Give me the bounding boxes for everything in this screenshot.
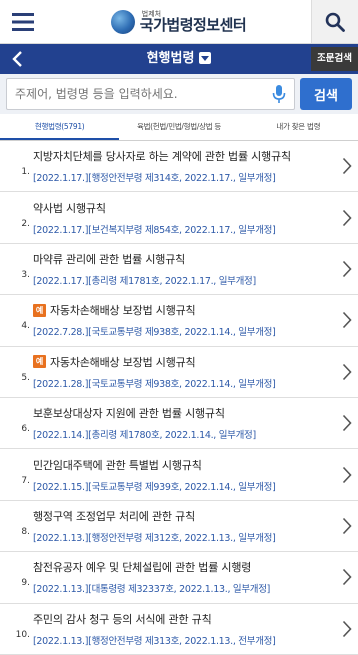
search-icon (325, 12, 345, 32)
logo-title: 국가법령정보센터 (139, 15, 247, 34)
page-title-label: 현행법령 (146, 51, 195, 66)
dropdown-icon[interactable] (199, 51, 212, 64)
item-number: 4. (21, 321, 30, 332)
list-item[interactable]: 10. 주민의 감사 청구 등의 서식에 관한 규칙 [2022.1.13.][… (0, 604, 358, 655)
list-item[interactable]: 2. 약사법 시행규칙 [2022.1.17.][보건복지부령 제854호, 2… (0, 192, 358, 244)
item-number: 2. (21, 218, 30, 229)
tab-six-codes[interactable]: 육법(헌법/민법/형법/상법 등 (119, 114, 238, 140)
back-button[interactable] (0, 44, 34, 74)
chevron-right-icon (342, 209, 352, 226)
voice-search-button[interactable] (268, 79, 290, 109)
item-title: 주민의 감사 청구 등의 서식에 관한 규칙 (33, 612, 212, 626)
chevron-right-icon (342, 158, 352, 175)
item-meta: [2022.1.15.][국토교통부령 제939호, 2022.1.14., 일… (33, 481, 276, 493)
item-meta: [2022.7.28.][국토교통부령 제938호, 2022.1.14., 일… (33, 327, 276, 339)
logo-emblem-icon (110, 9, 135, 34)
scheduled-badge: 예 (33, 355, 46, 369)
law-list: 1. 지방자치단체를 당사자로 하는 계약에 관한 법률 시행규칙 [2022.… (0, 141, 358, 655)
item-number: 5. (21, 372, 30, 383)
item-number: 9. (21, 578, 30, 589)
chevron-right-icon (342, 517, 352, 534)
search-row: 검색 (0, 74, 358, 114)
page-title[interactable]: 현행법령 (0, 44, 358, 74)
chevron-right-icon (342, 415, 352, 432)
hamburger-icon (12, 12, 34, 31)
item-meta: [2022.1.28.][국토교통부령 제938호, 2022.1.14., 일… (33, 378, 276, 390)
item-title: 보훈보상대상자 지원에 관한 법률 시행규칙 (33, 407, 225, 421)
microphone-icon (272, 85, 286, 103)
item-meta: [2022.1.13.][행정안전부령 제313호, 2022.1.13., 전… (33, 635, 276, 647)
chevron-right-icon (342, 260, 352, 278)
item-number: 8. (21, 526, 30, 537)
menu-button[interactable] (0, 0, 46, 43)
list-item[interactable]: 4. 예 자동차손해배상 보장법 시행규칙 [2022.7.28.][국토교통부령… (0, 295, 358, 347)
item-title: 민간임대주택에 관한 특별법 시행규칙 (33, 458, 202, 472)
item-number: 3. (21, 269, 30, 280)
item-number: 7. (21, 475, 30, 486)
item-number: 6. (21, 424, 30, 435)
item-number: 10. (15, 629, 30, 640)
item-title: 마약류 관리에 관한 법률 시행규칙 (33, 252, 186, 266)
item-title: 지방자치단체를 당사자로 하는 계약에 관한 법률 시행규칙 (33, 150, 291, 164)
chevron-right-icon (342, 466, 352, 483)
chevron-right-icon (342, 312, 352, 329)
article-search-button[interactable]: 조문검색 (311, 47, 358, 71)
item-meta: [2022.1.13.][대통령령 제32337호, 2022.1.13., 일… (33, 584, 271, 596)
item-title: 자동차손해배상 보장법 시행규칙 (50, 355, 196, 369)
item-title: 자동차손해배상 보장법 시행규칙 (50, 304, 196, 318)
item-meta: [2022.1.14.][총리령 제1780호, 2022.1.14., 일부개… (33, 430, 256, 442)
item-meta: [2022.1.17.][총리령 제1781호, 2022.1.17., 일부개… (33, 275, 256, 287)
list-item[interactable]: 6. 보훈보상대상자 지원에 관한 법률 시행규칙 [2022.1.14.][총… (0, 398, 358, 450)
item-meta: [2022.1.13.][행정안전부령 제312호, 2022.1.13., 일… (33, 532, 276, 544)
chevron-right-icon (342, 363, 352, 380)
top-search-button[interactable] (311, 0, 358, 43)
top-bar: 법제처 국가법령정보센터 (0, 0, 358, 44)
item-meta: [2022.1.17.][행정안전부령 제314호, 2022.1.17., 일… (33, 173, 276, 185)
chevron-left-icon (11, 51, 22, 67)
site-logo[interactable]: 법제처 국가법령정보센터 (46, 9, 311, 34)
search-button[interactable]: 검색 (300, 78, 352, 110)
item-meta: [2022.1.17.][보건복지부령 제854호, 2022.1.17., 일… (33, 224, 276, 236)
tab-current-laws[interactable]: 현행법령(5791) (0, 114, 120, 140)
item-number: 1. (21, 167, 30, 178)
tab-my-laws[interactable]: 내가 찾은 법령 (239, 114, 358, 140)
chevron-right-icon (342, 569, 352, 586)
list-item[interactable]: 5. 예 자동차손해배상 보장법 시행규칙 [2022.1.28.][국토교통부령… (0, 347, 358, 398)
list-item[interactable]: 1. 지방자치단체를 당사자로 하는 계약에 관한 법률 시행규칙 [2022.… (0, 141, 358, 193)
list-item[interactable]: 7. 민간임대주택에 관한 특별법 시행규칙 [2022.1.15.][국토교통… (0, 449, 358, 501)
nav-bar: 현행법령 조문검색 (0, 44, 358, 74)
list-item[interactable]: 8. 행정구역 조정업무 처리에 관한 규칙 [2022.1.13.][행정안전… (0, 501, 358, 553)
search-box (6, 78, 295, 110)
search-input[interactable] (7, 86, 268, 102)
list-item[interactable]: 9. 참전유공자 예우 및 단체설립에 관한 법률 시행령 [2022.1.13… (0, 552, 358, 604)
item-title: 행정구역 조정업무 처리에 관한 규칙 (33, 509, 195, 523)
item-title: 약사법 시행규칙 (33, 201, 106, 215)
item-title: 참전유공자 예우 및 단체설립에 관한 법률 시행령 (33, 561, 252, 575)
category-tabs: 현행법령(5791) 육법(헌법/민법/형법/상법 등 내가 찾은 법령 (0, 114, 358, 141)
scheduled-badge: 예 (33, 303, 46, 317)
chevron-right-icon (342, 620, 352, 637)
list-item[interactable]: 3. 마약류 관리에 관한 법률 시행규칙 [2022.1.17.][총리령 제… (0, 244, 358, 296)
